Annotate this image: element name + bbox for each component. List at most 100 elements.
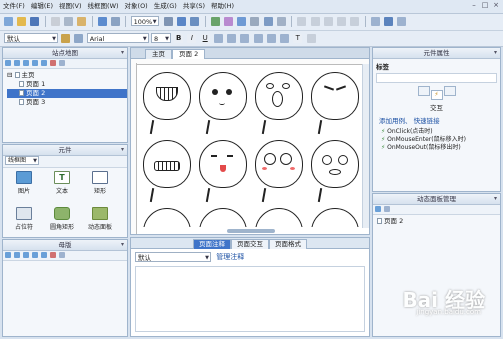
widget-image[interactable]: 图片 (9, 171, 39, 195)
panel-menu-icon[interactable]: ▾ (494, 194, 497, 204)
bullets-icon[interactable] (306, 34, 316, 43)
font-size-select[interactable]: 8 ▼ (150, 33, 171, 43)
tab-home[interactable]: 主页 (145, 49, 172, 59)
panel-menu-icon[interactable]: ▾ (121, 145, 124, 155)
open-icon[interactable] (17, 17, 27, 26)
emoji-image-11[interactable] (255, 208, 303, 227)
widget-rounded-rectangle[interactable]: 圆角矩形 (47, 207, 77, 231)
move-down-icon[interactable] (23, 60, 29, 66)
menu-file[interactable]: 文件(F) (0, 0, 28, 13)
redo-icon[interactable] (111, 17, 121, 26)
tab-page-format[interactable]: 页面格式 (269, 239, 307, 249)
tree-item-page-3[interactable]: 页面 3 (7, 98, 127, 107)
emoji-image-12[interactable] (311, 208, 359, 227)
menu-object[interactable]: 对象(O) (122, 0, 151, 13)
notes-style-select[interactable]: 默认 ▼ (135, 252, 211, 262)
emoji-image-4[interactable] (311, 72, 359, 120)
dynamic-panel-item[interactable]: 页面 2 (377, 217, 500, 226)
format-tab-icon[interactable] (443, 86, 456, 96)
add-case-link[interactable]: 添加用例、 快速链接 (373, 112, 500, 125)
menu-edit[interactable]: 编辑(E) (28, 0, 56, 13)
emoji-image-8[interactable] (311, 140, 359, 188)
format-painter-icon[interactable] (61, 34, 71, 43)
tree-item-page-1[interactable]: 页面 1 (7, 80, 127, 89)
panel-menu-icon[interactable]: ▾ (121, 240, 124, 250)
add-page-icon[interactable] (5, 60, 11, 66)
tab-page-interactions[interactable]: 页面交互 (231, 239, 269, 249)
indent-icon[interactable] (32, 60, 38, 66)
widget-placeholder[interactable]: 占位符 (9, 207, 39, 231)
align-right-icon[interactable] (240, 34, 250, 43)
emoji-image-9[interactable] (143, 208, 191, 227)
event-onmouseenter[interactable]: ⚡ OnMouseEnter(鼠标移入时) (381, 136, 500, 144)
italic-icon[interactable]: I (187, 34, 197, 43)
interaction-tab-icon[interactable] (417, 86, 430, 96)
arrow-style-icon[interactable] (350, 17, 360, 26)
move-up-icon[interactable] (23, 252, 29, 258)
style-edit-icon[interactable] (74, 34, 84, 43)
line-style-icon[interactable] (337, 17, 347, 26)
details-view-icon[interactable] (384, 17, 394, 26)
manage-notes-link[interactable]: 管理注释 (216, 253, 244, 261)
search-icon[interactable] (384, 206, 390, 212)
undo-icon[interactable] (97, 17, 107, 26)
emoji-image-7[interactable] (255, 140, 303, 188)
valign-middle-icon[interactable] (266, 34, 276, 43)
align-center-icon[interactable] (227, 34, 237, 43)
text-color-icon[interactable]: T (293, 34, 303, 43)
connector-icon[interactable] (177, 17, 187, 26)
bold-icon[interactable]: B (174, 34, 184, 43)
add-master-icon[interactable] (5, 252, 11, 258)
crop-icon[interactable] (190, 17, 200, 26)
vertical-scrollbar[interactable] (362, 64, 369, 228)
filter-icon[interactable] (375, 206, 381, 212)
grid-view-icon[interactable] (397, 17, 407, 26)
label-input[interactable] (376, 73, 497, 83)
event-onmouseout[interactable]: ⚡ OnMouseOut(鼠标移出时) (381, 144, 500, 152)
underline-icon[interactable]: U (200, 34, 210, 43)
delete-icon[interactable] (50, 252, 56, 258)
move-up-icon[interactable] (14, 60, 20, 66)
fill-color-icon[interactable] (297, 17, 307, 26)
search-icon[interactable] (59, 60, 65, 66)
notes-textarea[interactable] (135, 266, 365, 332)
delete-icon[interactable] (50, 60, 56, 66)
tab-page-2[interactable]: 页面 2 (172, 49, 206, 59)
emoji-image-6[interactable] (199, 140, 247, 188)
pointer-icon[interactable] (163, 17, 173, 26)
menu-view[interactable]: 视图(V) (56, 0, 85, 13)
copy-icon[interactable] (64, 17, 74, 26)
cut-icon[interactable] (50, 17, 60, 26)
widget-text[interactable]: T 文本 (47, 171, 77, 195)
emoji-image-1[interactable] (143, 72, 191, 120)
valign-top-icon[interactable] (253, 34, 263, 43)
tree-item-home[interactable]: ⊟ 主页 (7, 71, 127, 80)
widget-rectangle[interactable]: 矩形 (85, 171, 115, 195)
minimize-icon[interactable]: – (469, 1, 479, 10)
menu-wireframe[interactable]: 线框图(W) (85, 0, 122, 13)
emoji-image-10[interactable] (199, 208, 247, 227)
event-onclick[interactable]: ⚡ OnClick(点击时) (381, 128, 500, 136)
line-color-icon[interactable] (310, 17, 320, 26)
list-view-icon[interactable] (370, 17, 380, 26)
tree-item-page-2[interactable]: 页面 2 (7, 89, 127, 98)
emoji-image-5[interactable] (143, 140, 191, 188)
search-icon[interactable] (59, 252, 65, 258)
align-left-icon[interactable] (213, 34, 223, 43)
menu-share[interactable]: 共享(S) (180, 0, 208, 13)
library-select[interactable]: 线框图 ▼ (5, 156, 39, 165)
menu-generate[interactable]: 生成(G) (151, 0, 180, 13)
indent-icon[interactable] (41, 252, 47, 258)
ungroup-icon[interactable] (223, 17, 233, 26)
close-icon[interactable]: × (491, 1, 501, 10)
bring-front-icon[interactable] (237, 17, 247, 26)
emoji-image-2[interactable] (199, 72, 247, 120)
lightning-icon[interactable]: ⚡ (430, 90, 443, 100)
new-icon[interactable] (4, 17, 13, 26)
design-surface[interactable] (137, 64, 361, 227)
zoom-select[interactable]: 100% ▼ (130, 16, 159, 26)
horizontal-scrollbar[interactable] (227, 229, 275, 233)
widget-dynamic-panel[interactable]: 动态面板 (85, 207, 115, 231)
distribute-icon[interactable] (276, 17, 286, 26)
paste-icon[interactable] (77, 17, 87, 26)
